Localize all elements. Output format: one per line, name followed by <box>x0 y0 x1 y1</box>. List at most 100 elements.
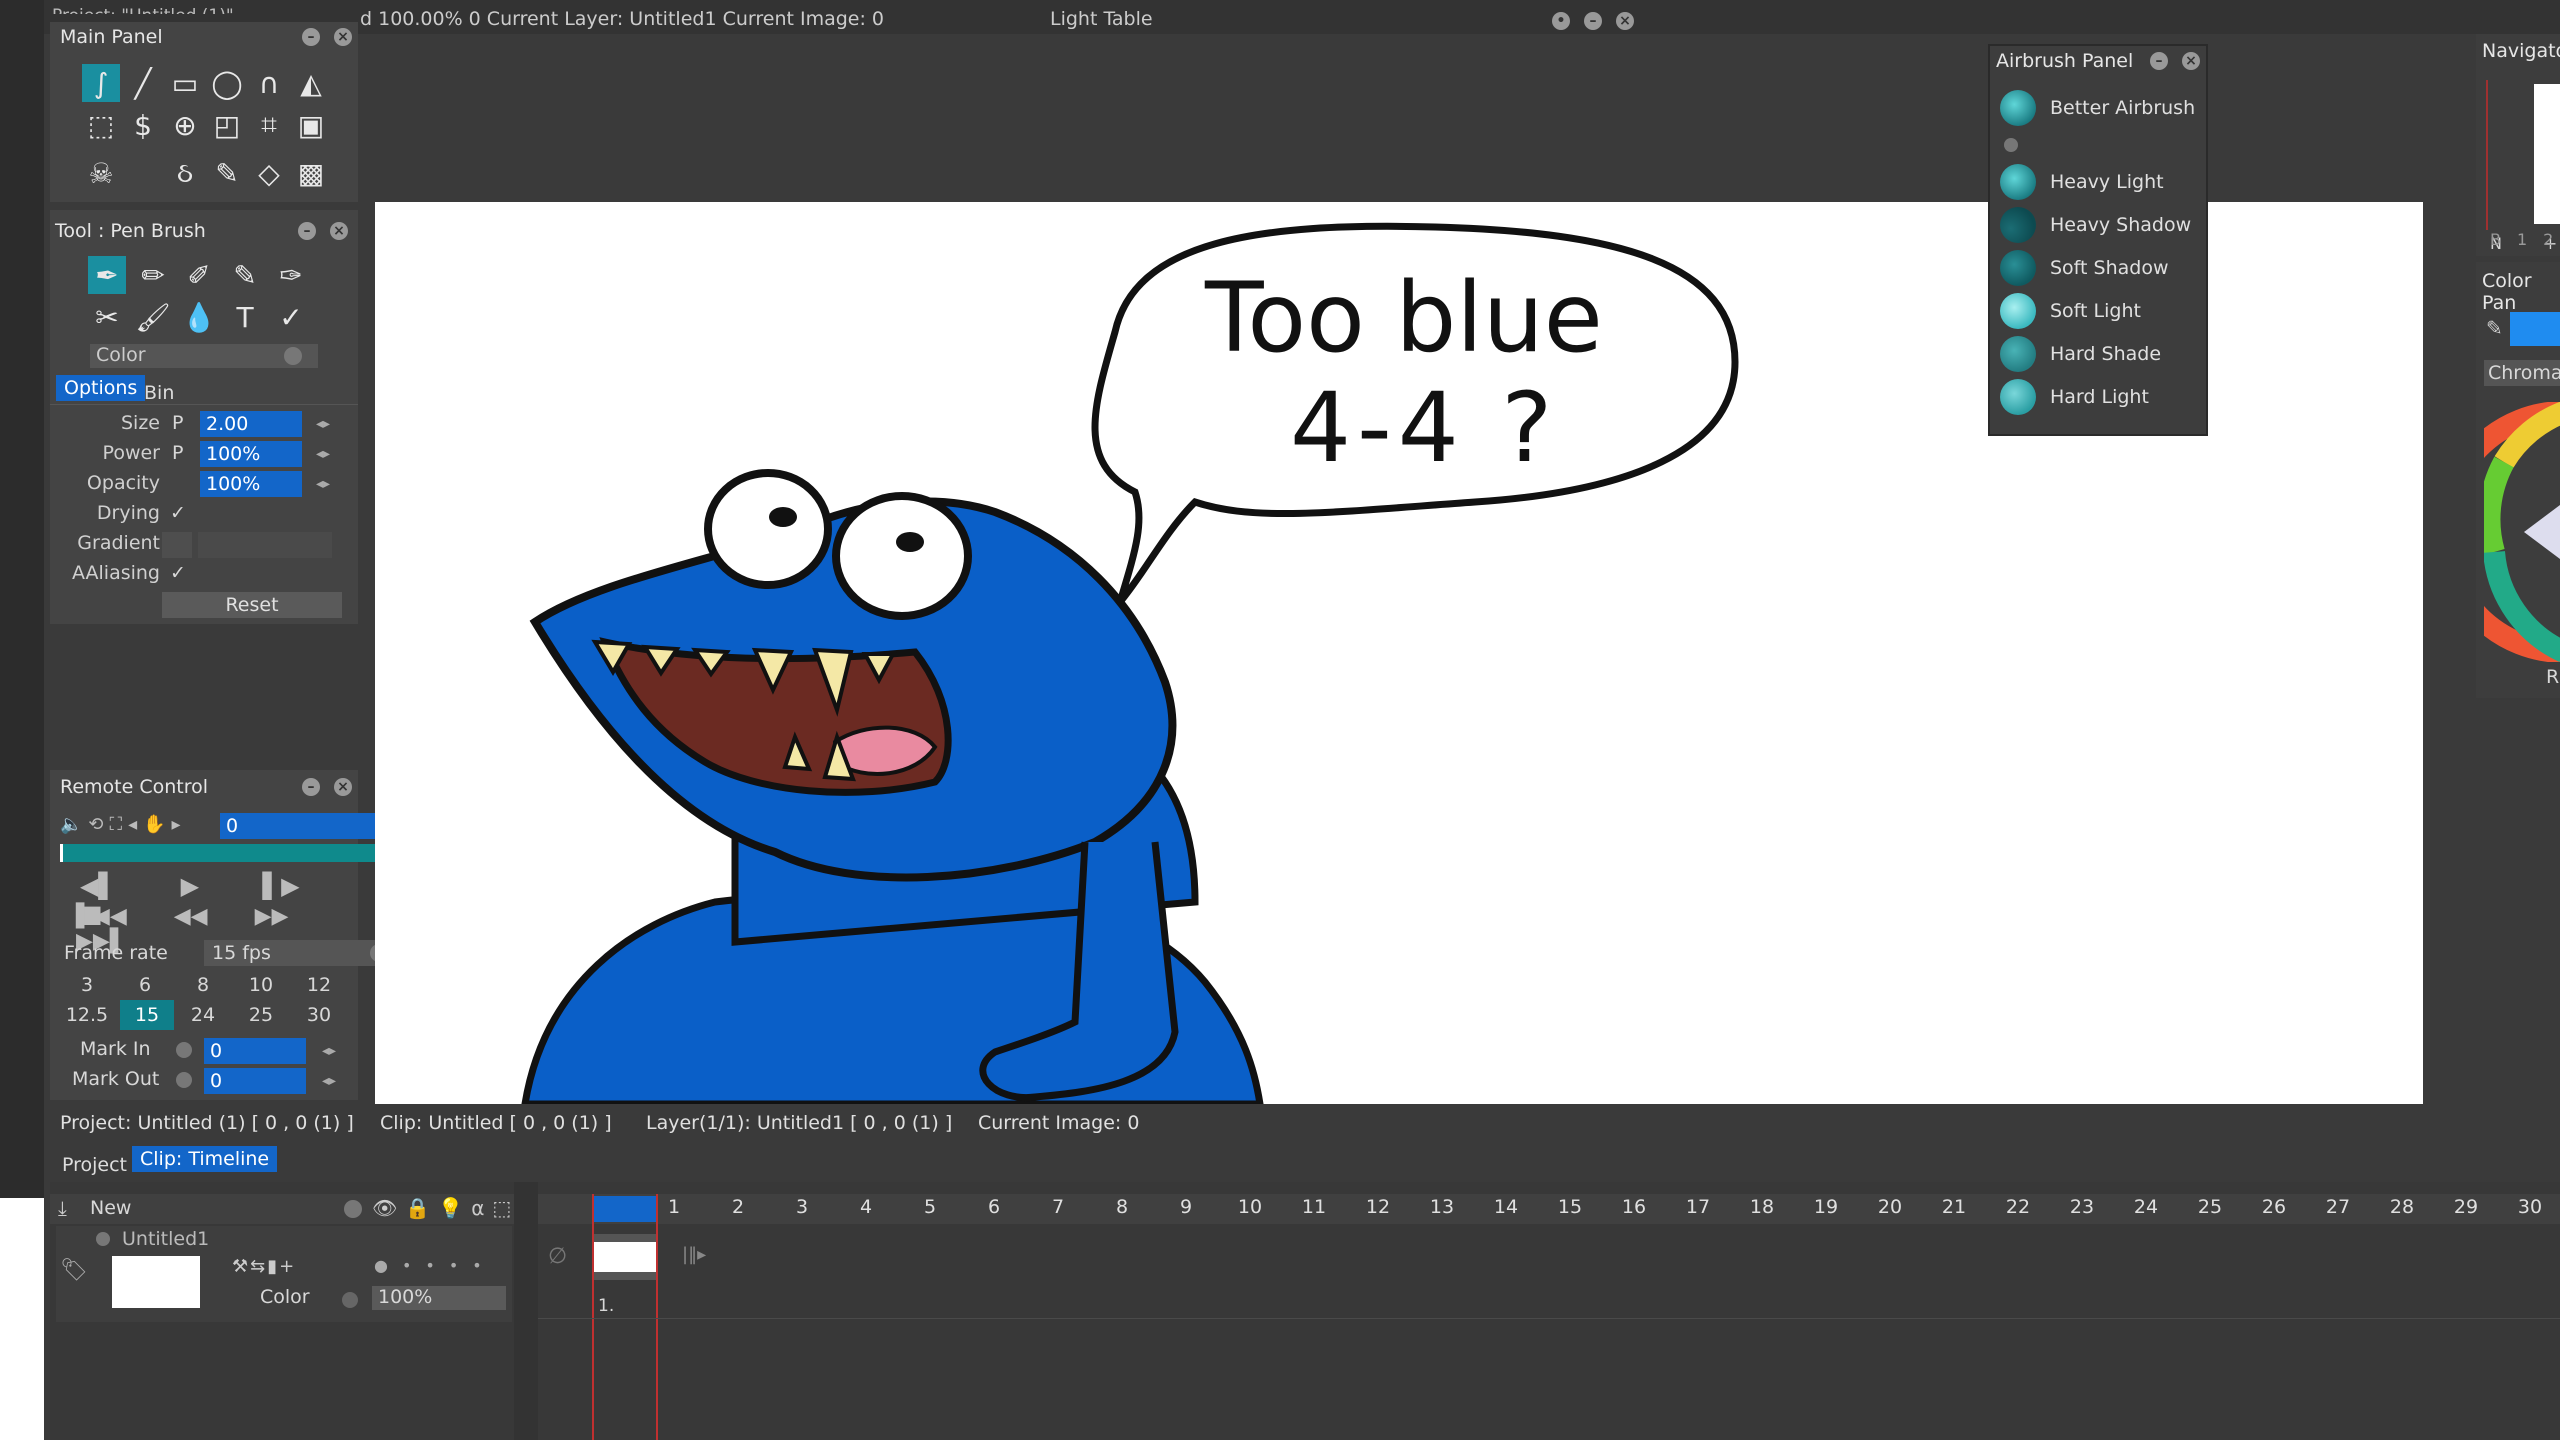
power-field[interactable]: 100% <box>200 441 302 467</box>
add-icon[interactable]: ▮+ <box>267 1256 296 1277</box>
rewind-icon[interactable]: ◀◀ <box>174 904 208 929</box>
mark-in-icon[interactable] <box>176 1042 192 1058</box>
eyedropper-tool-icon[interactable]: ✎ <box>208 154 246 192</box>
power-stepper-icon[interactable]: ◂▸ <box>316 446 330 462</box>
frame-number[interactable]: 24 <box>2126 1196 2166 1218</box>
play-icon[interactable]: ▶ <box>181 872 199 900</box>
frame-number[interactable]: 5 <box>910 1196 950 1218</box>
zoom-tool-icon[interactable]: ⊕ <box>166 106 204 144</box>
freehand-tool-icon[interactable]: ∫ <box>82 64 120 102</box>
close-icon[interactable]: × <box>1616 12 1634 30</box>
mark-out-field[interactable]: 0 <box>204 1068 306 1094</box>
frame-number[interactable]: 2 <box>718 1196 758 1218</box>
tab-bin[interactable]: Bin <box>136 380 182 406</box>
minimize-icon[interactable]: – <box>302 28 320 46</box>
rate-8[interactable]: 8 <box>178 970 228 1000</box>
layer-tag-icon[interactable]: 🏷 <box>60 1258 88 1283</box>
rate-30[interactable]: 30 <box>294 1000 344 1030</box>
frame-number[interactable]: 10 <box>1230 1196 1270 1218</box>
line-tool-icon[interactable]: ╱ <box>124 64 162 102</box>
mark-in-field[interactable]: 0 <box>204 1038 306 1064</box>
frame-number[interactable]: 19 <box>1806 1196 1846 1218</box>
frame-number[interactable]: 30 <box>2510 1196 2550 1218</box>
timeline-cell[interactable] <box>594 1234 656 1280</box>
step-forward-icon[interactable]: ▌▶ <box>263 872 300 900</box>
frame-number[interactable]: 22 <box>1998 1196 2038 1218</box>
mark-in-stepper-icon[interactable]: ◂▸ <box>322 1043 336 1059</box>
frame-number[interactable]: 16 <box>1614 1196 1654 1218</box>
close-icon[interactable]: × <box>2182 52 2200 70</box>
airbrush-icon[interactable]: ✓ <box>272 298 310 336</box>
text-tool-icon[interactable]: T <box>226 298 264 336</box>
opacity-stepper-icon[interactable]: ◂▸ <box>316 476 330 492</box>
reset-button[interactable]: Reset <box>162 592 342 618</box>
frame-number[interactable]: 23 <box>2062 1196 2102 1218</box>
eyedropper-icon[interactable]: ✎ <box>2486 316 2503 340</box>
pin-icon[interactable]: • <box>1552 12 1570 30</box>
frame-number[interactable]: 20 <box>1870 1196 1910 1218</box>
chromatic-tab[interactable]: Chromat <box>2484 360 2560 386</box>
fill-tool-icon[interactable]: ◭ <box>292 64 330 102</box>
frame-number[interactable]: 9 <box>1166 1196 1206 1218</box>
frame-number[interactable]: 6 <box>974 1196 1014 1218</box>
frame-number[interactable]: 1 <box>654 1196 694 1218</box>
frame-number[interactable]: 25 <box>2190 1196 2230 1218</box>
rect-select-icon[interactable]: ⬚ <box>82 106 120 144</box>
rate-24[interactable]: 24 <box>178 1000 228 1030</box>
size-p[interactable]: P <box>172 412 183 434</box>
tab-options[interactable]: Options <box>56 375 146 401</box>
rectangle-tool-icon[interactable]: ▭ <box>166 64 204 102</box>
ellipse-tool-icon[interactable]: ◯ <box>208 64 246 102</box>
paint-brush-icon[interactable]: 🖌 <box>134 298 172 336</box>
mark-out-icon[interactable] <box>176 1072 192 1088</box>
gradient-swatch[interactable] <box>162 532 192 558</box>
first-frame-icon[interactable]: ▌◀◀ <box>76 904 127 929</box>
timeline-scrub-bar[interactable] <box>60 844 398 862</box>
alpha-icon[interactable]: α <box>471 1196 484 1220</box>
frame-number[interactable]: 26 <box>2254 1196 2294 1218</box>
new-layer-label[interactable]: New <box>90 1197 131 1219</box>
camera-tool-icon[interactable]: ▣ <box>292 106 330 144</box>
airbrush-item-heavy-shadow[interactable]: Heavy Shadow <box>2000 207 2191 243</box>
frame-number[interactable]: 18 <box>1742 1196 1782 1218</box>
aaliasing-checkbox[interactable]: ✓ <box>170 562 186 584</box>
color-mode-letter[interactable]: R <box>2546 666 2559 688</box>
airbrush-item-soft-shadow[interactable]: Soft Shadow <box>2000 250 2169 286</box>
rate-3[interactable]: 3 <box>62 970 112 1000</box>
color-wheel[interactable] <box>2484 402 2560 662</box>
fast-forward-icon[interactable]: ▶▶ <box>255 904 289 929</box>
opacity-icon[interactable] <box>342 1292 358 1308</box>
frame-number[interactable]: 7 <box>1038 1196 1078 1218</box>
curve-tool-icon[interactable]: ∩ <box>250 64 288 102</box>
tab-project[interactable]: Project <box>54 1152 135 1178</box>
frame-ruler[interactable]: 0123456789101112131415161718192021222324… <box>590 1194 2560 1224</box>
minimize-icon[interactable]: – <box>2150 52 2168 70</box>
rate-12-5[interactable]: 12.5 <box>62 1000 112 1030</box>
pen-brush-icon[interactable]: ✒ <box>88 256 126 294</box>
opacity-field[interactable]: 100% <box>200 471 302 497</box>
frame-number[interactable]: 4 <box>846 1196 886 1218</box>
navigator-2-button[interactable]: 2 <box>2543 230 2553 249</box>
rate-12[interactable]: 12 <box>294 970 344 1000</box>
grid-tool-icon[interactable]: ⌗ <box>250 106 288 144</box>
frame-field[interactable]: 0 <box>220 813 396 839</box>
airbrush-item-soft-light[interactable]: Soft Light <box>2000 293 2141 329</box>
gradient-bar[interactable] <box>198 532 332 558</box>
cell-extend-icon[interactable]: |‖▸ <box>682 1244 706 1265</box>
drying-checkbox[interactable]: ✓ <box>170 502 186 524</box>
frame-number[interactable]: 27 <box>2318 1196 2358 1218</box>
layer-thumbnail[interactable] <box>112 1256 200 1308</box>
frame-number[interactable]: 21 <box>1934 1196 1974 1218</box>
size-field[interactable]: 2.00 <box>200 411 302 437</box>
empty-cell-icon[interactable]: ∅ <box>548 1244 567 1269</box>
size-stepper-icon[interactable]: ◂▸ <box>316 416 330 432</box>
close-icon[interactable]: × <box>334 28 352 46</box>
skull-tool-icon[interactable]: ☠ <box>82 154 120 192</box>
frame-number[interactable]: 3 <box>782 1196 822 1218</box>
chevron-down-icon[interactable] <box>344 1200 362 1218</box>
frame-number[interactable]: 11 <box>1294 1196 1334 1218</box>
airbrush-item-hard-shade[interactable]: Hard Shade <box>2000 336 2161 372</box>
playback-options-icons[interactable]: 🔈⟲⛶◂✋▸ <box>60 814 187 835</box>
airbrush-item-heavy-light[interactable]: Heavy Light <box>2000 164 2164 200</box>
collapse-icon[interactable] <box>2004 138 2018 152</box>
